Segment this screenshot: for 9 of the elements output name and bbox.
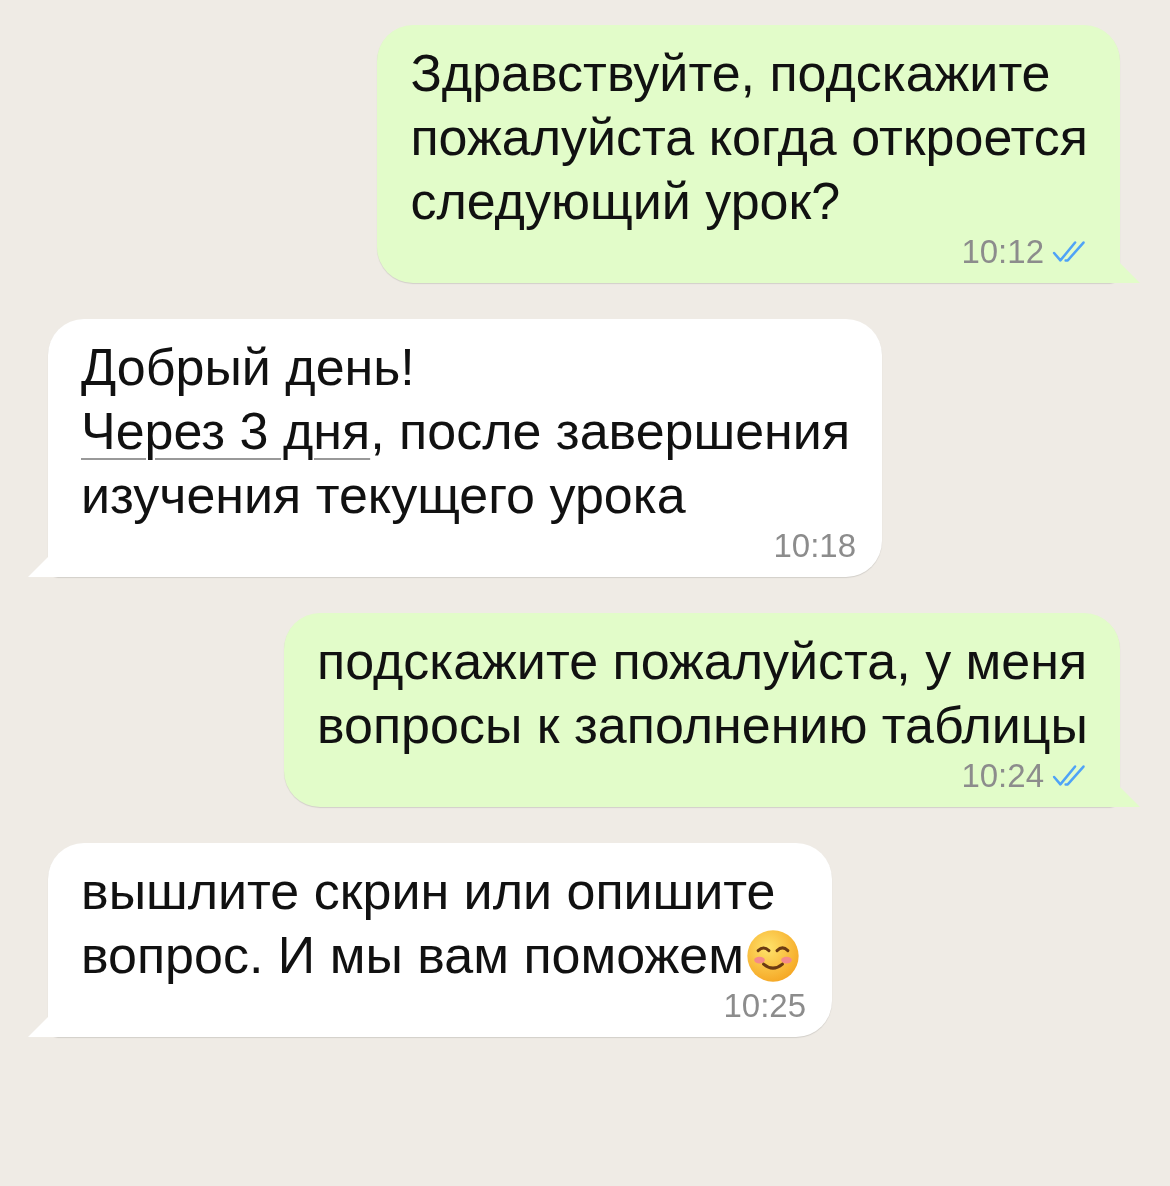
message-time: 10:18: [773, 527, 857, 565]
message-text: вышлите скрин или опишите вопрос. И мы вам поможем: [81, 859, 801, 987]
message-text: Добрый день! Через 3 дня, после завершения изучения текущего урока: [81, 337, 851, 526]
message-time: 10:12: [961, 233, 1044, 271]
message-text: Здравствуйте, подскажите пожалуйста когда откроется следующий урок?: [410, 43, 1088, 232]
message-time: 10:24: [961, 757, 1044, 795]
date-link[interactable]: Через 3 дня: [81, 402, 371, 460]
message-time: 10:25: [723, 987, 807, 1025]
message-text: подскажите пожалуйста, у меня вопросы к заполнению таблицы: [317, 631, 1088, 756]
